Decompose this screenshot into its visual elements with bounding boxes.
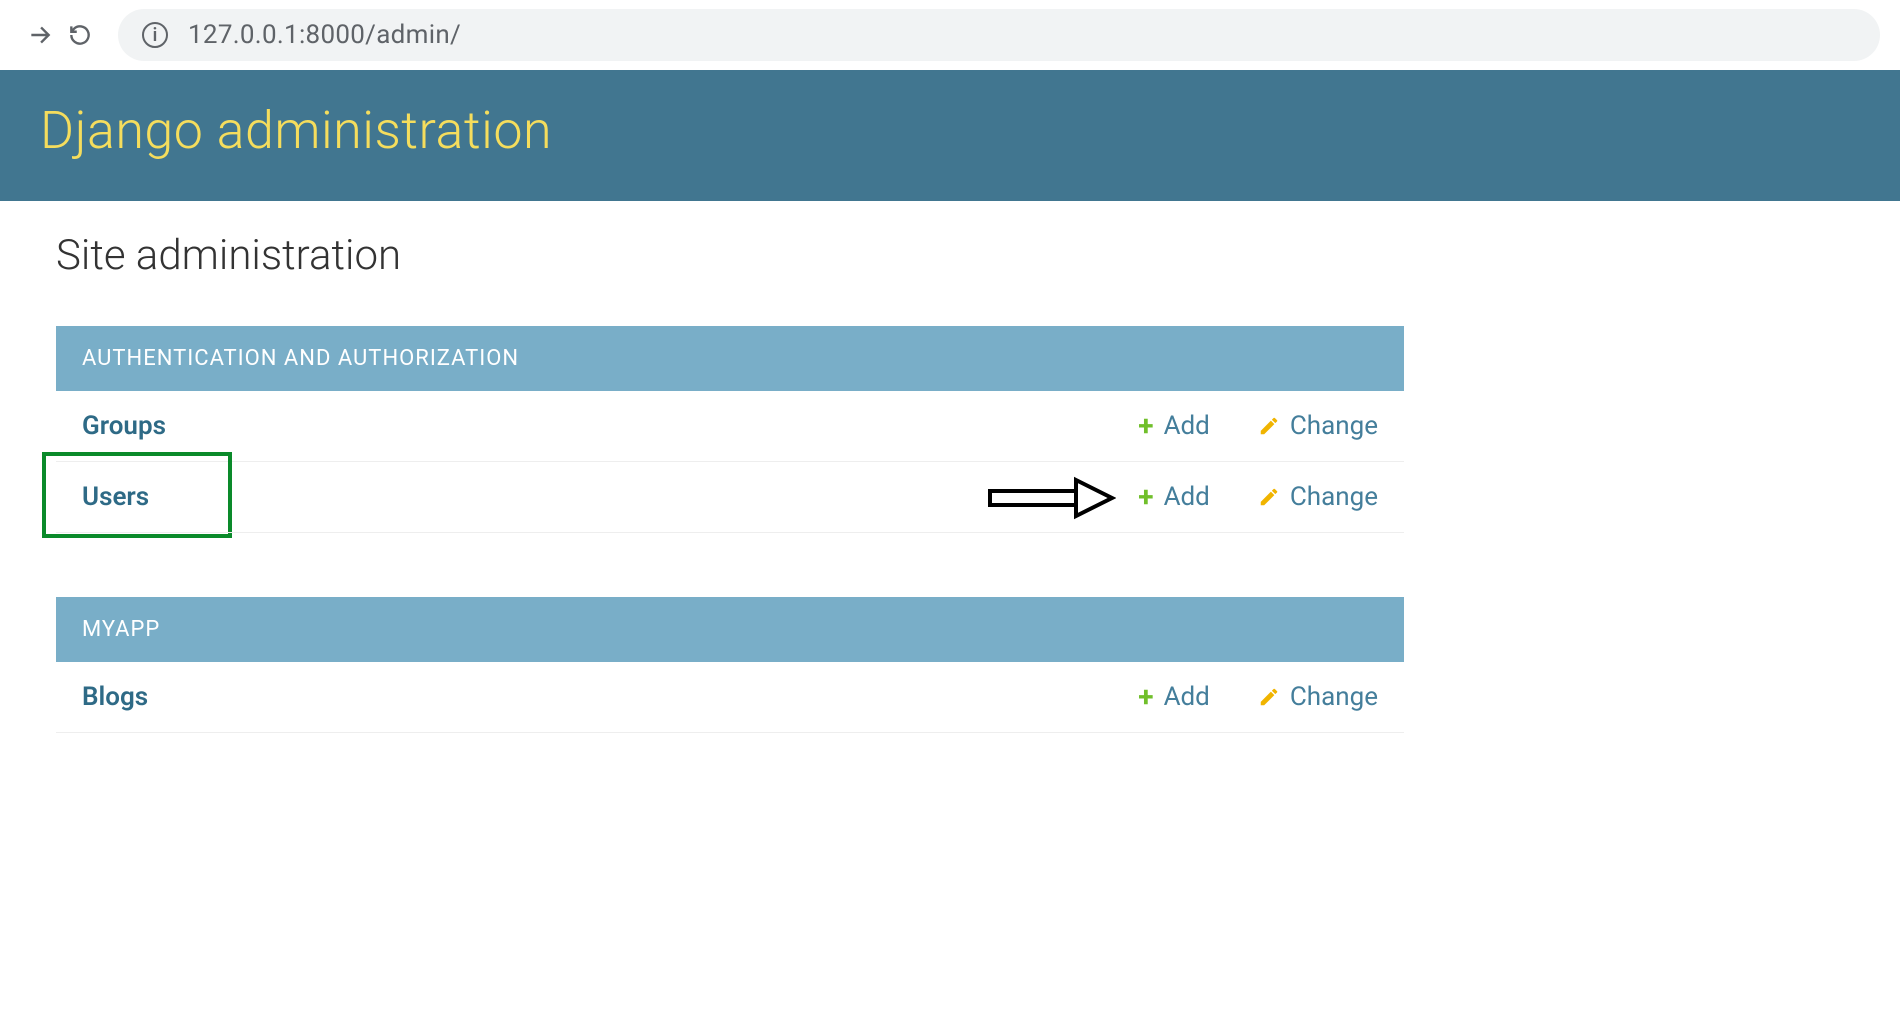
model-name[interactable]: Blogs bbox=[82, 682, 1138, 712]
model-row-users: Users + Add Change bbox=[56, 462, 1404, 533]
django-header: Django administration bbox=[0, 70, 1900, 201]
add-label: Add bbox=[1164, 482, 1210, 512]
model-row-blogs: Blogs + Add Change bbox=[56, 662, 1404, 733]
address-bar[interactable]: i 127.0.0.1:8000/admin/ bbox=[118, 9, 1880, 61]
url-text: 127.0.0.1:8000/admin/ bbox=[188, 20, 461, 50]
model-row-groups: Groups + Add Change bbox=[56, 391, 1404, 462]
model-row-wrap: Blogs + Add Change bbox=[56, 662, 1404, 733]
model-link-users[interactable]: Users bbox=[82, 482, 149, 512]
add-link-users[interactable]: + Add bbox=[1138, 482, 1210, 512]
change-label: Change bbox=[1290, 682, 1378, 712]
model-row-wrap: Groups + Add Change bbox=[56, 391, 1404, 462]
module-caption[interactable]: MYAPP bbox=[56, 597, 1404, 662]
pencil-icon bbox=[1258, 686, 1280, 708]
arrow-right-icon bbox=[27, 22, 53, 48]
model-actions: + Add Change bbox=[1138, 682, 1378, 712]
model-row-wrap: Users + Add Change bbox=[56, 462, 1404, 533]
change-link-groups[interactable]: Change bbox=[1258, 411, 1378, 441]
site-title: Django administration bbox=[40, 100, 1860, 161]
pencil-icon bbox=[1258, 415, 1280, 437]
module-caption[interactable]: AUTHENTICATION AND AUTHORIZATION bbox=[56, 326, 1404, 391]
model-link-groups[interactable]: Groups bbox=[82, 411, 166, 441]
page-title: Site administration bbox=[56, 231, 1404, 280]
change-label: Change bbox=[1290, 411, 1378, 441]
add-link-blogs[interactable]: + Add bbox=[1138, 682, 1210, 712]
plus-icon: + bbox=[1138, 683, 1153, 711]
change-link-users[interactable]: Change bbox=[1258, 482, 1378, 512]
add-label: Add bbox=[1164, 682, 1210, 712]
pencil-icon bbox=[1258, 486, 1280, 508]
plus-icon: + bbox=[1138, 412, 1153, 440]
reload-icon bbox=[67, 22, 93, 48]
content: Site administration AUTHENTICATION AND A… bbox=[0, 201, 1460, 827]
model-actions: + Add Change bbox=[1138, 482, 1378, 512]
model-actions: + Add Change bbox=[1138, 411, 1378, 441]
forward-button[interactable] bbox=[20, 15, 60, 55]
model-link-blogs[interactable]: Blogs bbox=[82, 682, 148, 712]
change-link-blogs[interactable]: Change bbox=[1258, 682, 1378, 712]
model-name[interactable]: Groups bbox=[82, 411, 1138, 441]
site-info-icon[interactable]: i bbox=[142, 22, 168, 48]
model-name[interactable]: Users bbox=[82, 482, 1138, 512]
change-label: Change bbox=[1290, 482, 1378, 512]
reload-button[interactable] bbox=[60, 15, 100, 55]
browser-toolbar: i 127.0.0.1:8000/admin/ bbox=[0, 0, 1900, 70]
module-auth: AUTHENTICATION AND AUTHORIZATION Groups … bbox=[56, 326, 1404, 533]
module-myapp: MYAPP Blogs + Add Change bbox=[56, 597, 1404, 733]
plus-icon: + bbox=[1138, 483, 1153, 511]
add-label: Add bbox=[1164, 411, 1210, 441]
add-link-groups[interactable]: + Add bbox=[1138, 411, 1210, 441]
